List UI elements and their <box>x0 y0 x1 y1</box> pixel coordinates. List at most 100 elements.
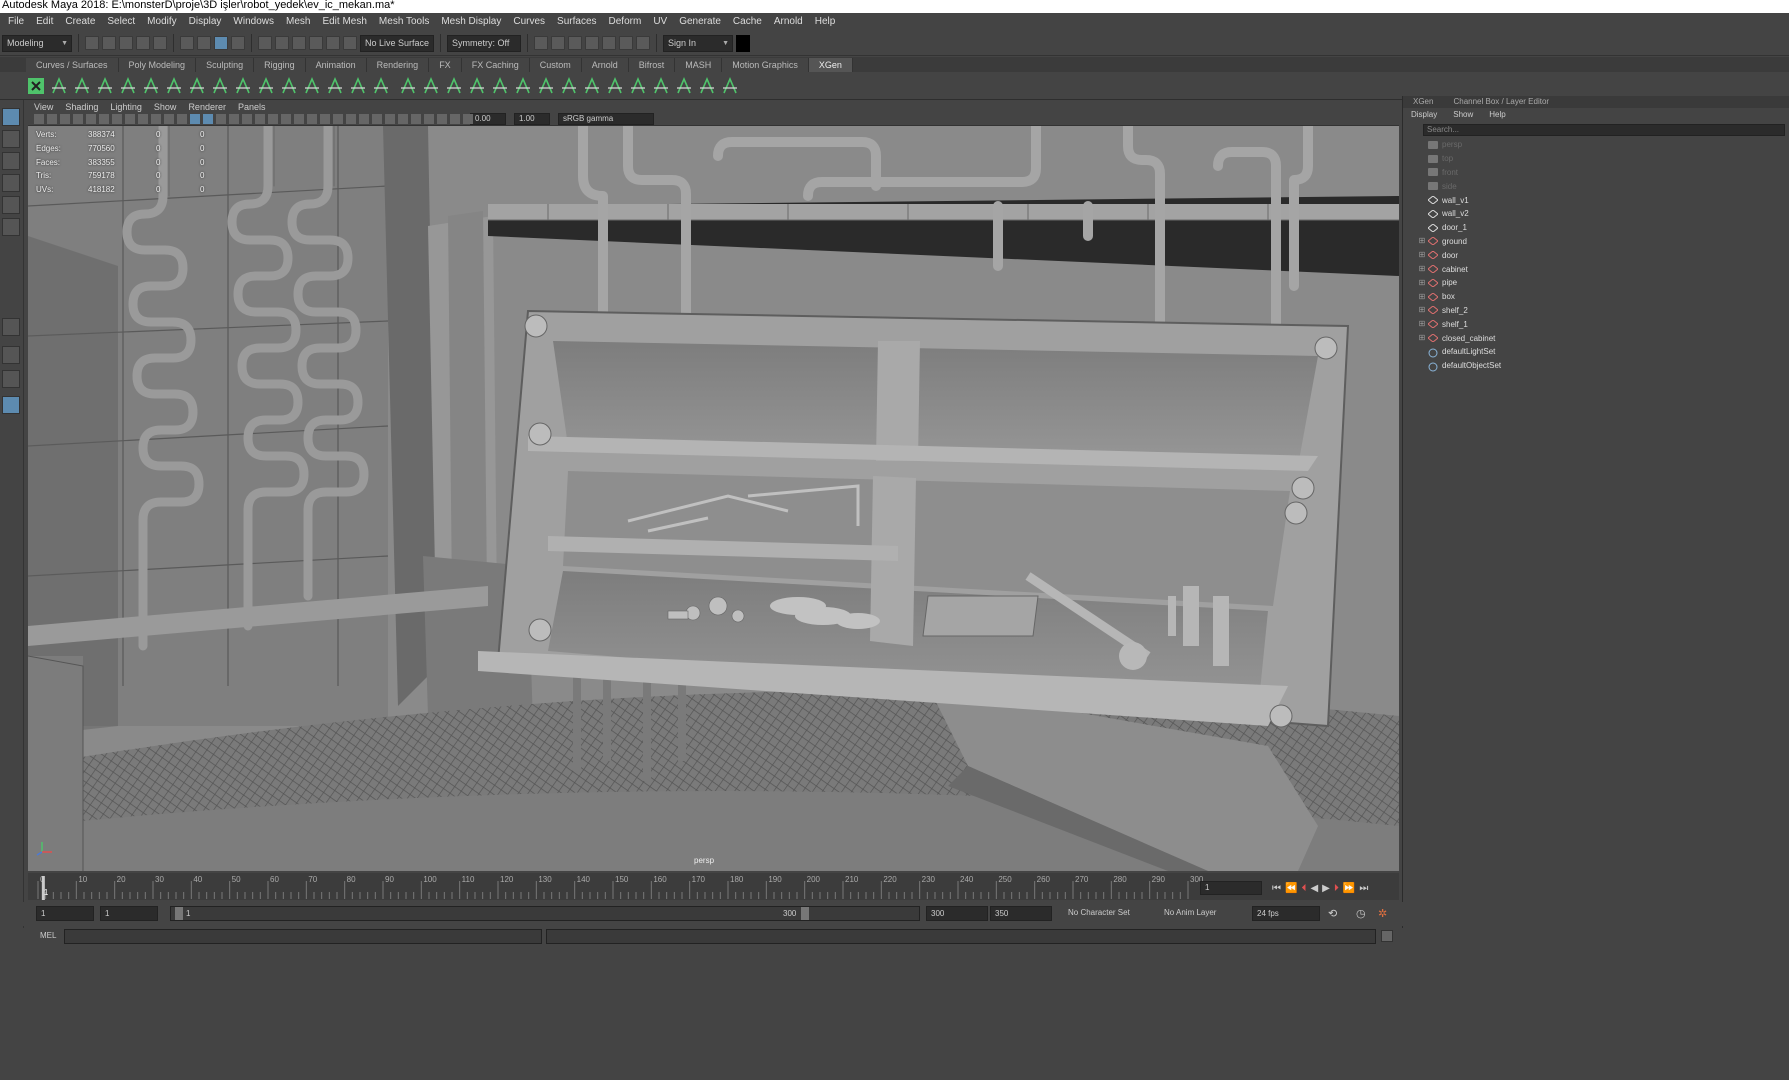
expand-icon[interactable]: ⊞ <box>1417 292 1427 302</box>
paint-density-icon[interactable] <box>348 76 368 96</box>
groom-export-icon[interactable] <box>674 76 694 96</box>
shelf-tab-fx-caching[interactable]: FX Caching <box>461 58 530 72</box>
save-scene-icon[interactable] <box>119 36 133 50</box>
render-settings-icon[interactable] <box>568 36 582 50</box>
panel-tool-icon[interactable] <box>281 114 291 124</box>
outliner-item-door_1[interactable]: door_1 <box>1403 221 1789 235</box>
interactive-groom-icon[interactable] <box>536 76 556 96</box>
expand-icon[interactable]: ⊞ <box>1417 250 1427 260</box>
step-back-frame-icon[interactable]: ⏴ <box>1301 883 1306 894</box>
right-tab-1[interactable]: Channel Box / Layer Editor <box>1443 96 1559 108</box>
exposure-field[interactable]: 0.00 <box>470 113 506 125</box>
live-surface-field[interactable]: No Live Surface <box>360 34 434 52</box>
layout-two-icon[interactable] <box>2 370 20 388</box>
gamma-field[interactable]: 1.00 <box>514 113 550 125</box>
undo-icon[interactable] <box>136 36 150 50</box>
menu-mesh-tools[interactable]: Mesh Tools <box>373 16 435 27</box>
panel-tool-icon[interactable] <box>385 114 395 124</box>
panel-tool-icon[interactable] <box>151 114 161 124</box>
arnold-render-icon[interactable] <box>619 36 633 50</box>
menu-generate[interactable]: Generate <box>673 16 727 27</box>
convert-guides-icon[interactable] <box>325 76 345 96</box>
snap-surface-icon[interactable] <box>326 36 340 50</box>
outliner-item-wall_v1[interactable]: wall_v1 <box>1403 193 1789 207</box>
export-collection-icon[interactable] <box>118 76 138 96</box>
collision-modifier-icon[interactable] <box>513 76 533 96</box>
menu-display[interactable]: Display <box>183 16 228 27</box>
shelf-tab-animation[interactable]: Animation <box>305 58 367 72</box>
panel-tool-icon[interactable] <box>203 114 213 124</box>
playback-start-field[interactable]: 1 <box>100 906 158 921</box>
expand-icon[interactable]: ⊞ <box>1417 278 1427 288</box>
signin-dropdown[interactable]: Sign In ▼ <box>663 34 733 52</box>
persp-viewport[interactable] <box>28 126 1399 871</box>
panel-tool-icon[interactable] <box>34 114 44 124</box>
step-forward-frame-icon[interactable]: ⏵ <box>1334 883 1339 894</box>
outliner-item-defaultobjectset[interactable]: defaultObjectSet <box>1403 359 1789 373</box>
panel-tool-icon[interactable] <box>255 114 265 124</box>
menuset-dropdown[interactable]: Modeling ▼ <box>2 34 72 52</box>
panel-menu-panels[interactable]: Panels <box>232 102 272 112</box>
time-slider[interactable]: 0102030405060708090100110120130140150160… <box>28 873 1399 900</box>
outliner-item-defaultlightset[interactable]: defaultLightSet <box>1403 345 1789 359</box>
anim-layer-dropdown[interactable]: No Anim Layer <box>1160 906 1248 921</box>
panel-tool-icon[interactable] <box>437 114 447 124</box>
menu-deform[interactable]: Deform <box>603 16 648 27</box>
step-back-key-icon[interactable]: ⏪ <box>1285 883 1297 894</box>
expand-icon[interactable]: ⊞ <box>1417 305 1427 315</box>
paint-region-icon[interactable] <box>371 76 391 96</box>
menu-create[interactable]: Create <box>59 16 101 27</box>
menu-uv[interactable]: UV <box>647 16 673 27</box>
menu-modify[interactable]: Modify <box>141 16 182 27</box>
shelf-tab-arnold[interactable]: Arnold <box>581 58 629 72</box>
menu-curves[interactable]: Curves <box>507 16 551 27</box>
break-modifier-icon[interactable] <box>490 76 510 96</box>
outliner-item-cabinet[interactable]: ⊞ cabinet <box>1403 262 1789 276</box>
guide-sculpt-icon[interactable] <box>279 76 299 96</box>
cut-modifier-icon[interactable] <box>467 76 487 96</box>
panel-tool-icon[interactable] <box>229 114 239 124</box>
outliner-item-ground[interactable]: ⊞ ground <box>1403 235 1789 249</box>
shelf-tab-xgen[interactable]: XGen <box>808 58 853 72</box>
range-start-handle[interactable] <box>175 907 183 920</box>
character-set-dropdown[interactable]: No Character Set <box>1064 906 1156 921</box>
lasso-tool-icon[interactable] <box>2 130 20 148</box>
panel-tool-icon[interactable] <box>268 114 278 124</box>
shelf-tab-fx[interactable]: FX <box>429 58 462 72</box>
panel-tool-icon[interactable] <box>450 114 460 124</box>
render-icon[interactable] <box>534 36 548 50</box>
menu-file[interactable]: File <box>2 16 30 27</box>
panel-menu-renderer[interactable]: Renderer <box>182 102 232 112</box>
start-frame-field[interactable]: 1 <box>36 906 94 921</box>
end-frame-field[interactable]: 350 <box>990 906 1052 921</box>
guide-add-icon[interactable] <box>141 76 161 96</box>
snap-plane-icon[interactable] <box>309 36 323 50</box>
go-end-icon[interactable]: ⏭ <box>1359 883 1368 894</box>
shelf-tab-mash[interactable]: MASH <box>675 58 723 72</box>
layout-single-icon[interactable] <box>2 318 20 336</box>
right-tab-0[interactable]: XGen <box>1403 96 1443 108</box>
panel-tool-icon[interactable] <box>73 114 83 124</box>
menu-select[interactable]: Select <box>101 16 141 27</box>
symmetry-dropdown[interactable]: Symmetry: Off <box>447 34 521 52</box>
panel-menu-view[interactable]: View <box>28 102 59 112</box>
panel-tool-icon[interactable] <box>320 114 330 124</box>
panel-tool-icon[interactable] <box>307 114 317 124</box>
expand-icon[interactable]: ⊞ <box>1417 333 1427 343</box>
guide-move-icon[interactable] <box>164 76 184 96</box>
panel-tool-icon[interactable] <box>463 114 473 124</box>
panel-tool-icon[interactable] <box>177 114 187 124</box>
panel-menu-show[interactable]: Show <box>148 102 183 112</box>
snap-point-icon[interactable] <box>292 36 306 50</box>
outliner-layout-icon[interactable] <box>2 396 20 414</box>
preferences-icon[interactable]: ✲ <box>1378 907 1387 920</box>
menu-edit-mesh[interactable]: Edit Mesh <box>316 16 372 27</box>
menu-edit[interactable]: Edit <box>30 16 59 27</box>
panel-tool-icon[interactable] <box>372 114 382 124</box>
outliner-item-wall_v2[interactable]: wall_v2 <box>1403 207 1789 221</box>
snap-curve-icon[interactable] <box>275 36 289 50</box>
open-scene-icon[interactable] <box>102 36 116 50</box>
guide-lengthen-icon[interactable] <box>187 76 207 96</box>
go-start-icon[interactable]: ⏮ <box>1272 883 1281 894</box>
panel-tool-icon[interactable] <box>190 114 200 124</box>
